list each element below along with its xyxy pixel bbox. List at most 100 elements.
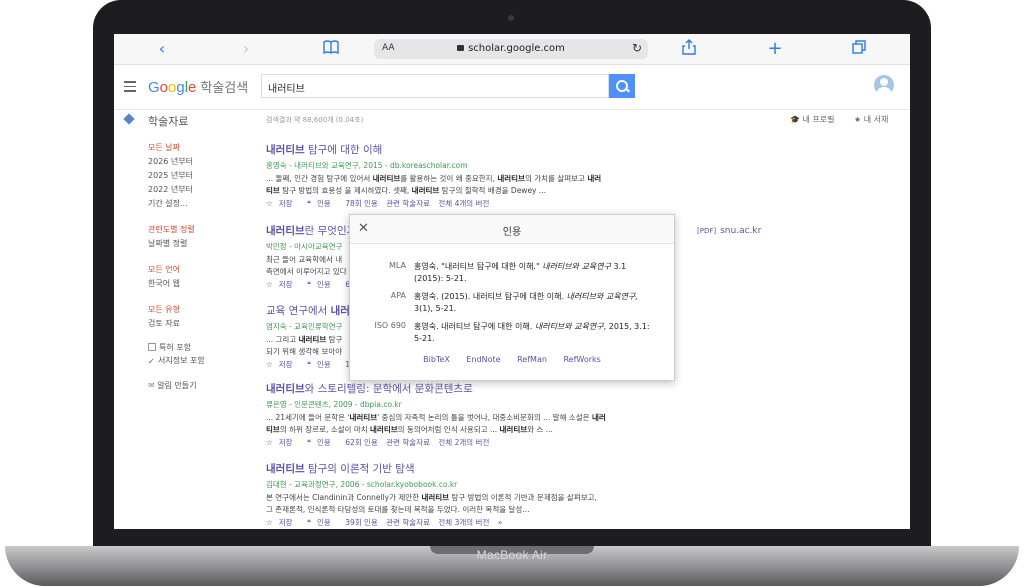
scholar-logo[interactable]: Google 학술검색 <box>148 77 248 96</box>
bookmarks-icon[interactable] <box>320 39 342 59</box>
sort-date[interactable]: 날짜별 정렬 <box>148 238 187 249</box>
cited-by-link[interactable]: 62회 인용 <box>345 438 378 447</box>
result-actions: ☆ 저장 ❝ 인용 62회 인용 관련 학술자료 전체 2개의 버전 <box>266 437 746 448</box>
result-title[interactable]: 내러티브 탐구에 대한 이해 <box>266 142 746 157</box>
url-display: scholar.google.com <box>374 43 648 54</box>
checkbox-unchecked <box>148 343 156 351</box>
pdf-link[interactable]: [PDF] snu.ac.kr <box>697 226 761 236</box>
filter-any-language[interactable]: 모든 언어 <box>148 264 180 275</box>
cite-text[interactable]: 홍영숙. 내러티브 탐구에 대한 이해. 내러티브와 교육연구, 2015, 3… <box>414 321 654 345</box>
filter-since-2022[interactable]: 2022 년부터 <box>148 184 193 195</box>
cite-dialog-header: ✕ 인용 <box>350 215 674 244</box>
quote-icon: ❝ <box>306 199 311 208</box>
cite-style-label: ISO 690 <box>374 321 406 330</box>
scholar-cap-icon <box>123 113 135 125</box>
related-link[interactable]: 관련 학술자료 <box>386 518 430 527</box>
camera <box>508 15 514 21</box>
bibtex-link[interactable]: BibTeX <box>423 355 450 364</box>
cite-button[interactable]: ❝ 인용 <box>307 199 337 208</box>
filter-since-2025[interactable]: 2025 년부터 <box>148 170 193 181</box>
lock-icon <box>457 45 465 51</box>
menu-icon[interactable] <box>124 81 136 95</box>
versions-link[interactable]: 전체 2개의 버전 <box>438 438 489 447</box>
screen: ‹ › AA scholar.google.com ↻ + Google 학술검색… <box>114 34 910 529</box>
share-icon[interactable] <box>680 39 698 59</box>
my-profile-link[interactable]: 🎓 내 프로필 <box>790 114 835 125</box>
forward-icon[interactable]: › <box>238 39 254 59</box>
my-library-link[interactable]: ★ 내 서재 <box>854 114 888 125</box>
result-item: 내러티브 탐구에 대한 이해 홍영숙 - 내러티브와 교육연구, 2015 - … <box>266 142 746 209</box>
star-icon: ☆ <box>266 438 273 447</box>
cited-by-link[interactable]: 78회 인용 <box>345 199 378 208</box>
search-input[interactable]: 내러티브 <box>261 74 609 98</box>
cite-text[interactable]: 홍영숙. "내러티브 탐구에 대한 이해." 내러티브와 교육연구 3.1 (2… <box>414 261 654 285</box>
cite-text[interactable]: 홍영숙. (2015). 내러티브 탐구에 대한 이해. 내러티브와 교육연구,… <box>414 291 654 315</box>
star-icon: ☆ <box>266 280 273 289</box>
result-meta: 류은영 - 인문콘텐츠, 2009 - dbpia.co.kr <box>266 400 402 409</box>
tabs-icon[interactable] <box>850 39 868 59</box>
export-links: BibTeX EndNote RefMan RefWorks <box>350 355 674 364</box>
related-link[interactable]: 관련 학술자료 <box>386 438 430 447</box>
filter-korean-web[interactable]: 한국어 웹 <box>148 278 180 289</box>
back-icon[interactable]: ‹ <box>154 39 170 59</box>
star-icon: ☆ <box>266 199 273 208</box>
cite-dialog-title: 인용 <box>502 227 522 238</box>
include-patents-checkbox[interactable]: 특허 포함 <box>148 342 191 353</box>
quote-icon: ❝ <box>306 360 311 369</box>
save-button[interactable]: ☆ 저장 <box>266 199 299 208</box>
address-bar[interactable]: AA scholar.google.com ↻ <box>374 39 648 59</box>
include-citations-checkbox[interactable]: ✓ 서지정보 포함 <box>148 355 205 366</box>
search-query: 내러티브 <box>268 84 305 95</box>
result-title[interactable]: 내러티브와 스토리텔링: 문학에서 문화콘텐츠로 <box>266 381 746 396</box>
profile-icon: 🎓 <box>790 115 800 124</box>
filter-custom-range[interactable]: 기간 설정... <box>148 198 188 209</box>
result-snippet: 본 연구에서는 Clandinin과 Connelly가 제안한 내러티브 탐구… <box>266 493 597 514</box>
result-meta: 홍영숙 - 내러티브와 교육연구, 2015 - db.koreascholar… <box>266 161 468 170</box>
reload-icon[interactable]: ↻ <box>632 41 642 55</box>
search-button[interactable] <box>609 74 635 98</box>
refworks-link[interactable]: RefWorks <box>563 355 600 364</box>
cited-by-link[interactable]: 39회 인용 <box>345 518 378 527</box>
star-icon: ☆ <box>266 518 273 527</box>
sort-relevance[interactable]: 관련도별 정렬 <box>148 224 195 235</box>
filter-review-articles[interactable]: 검토 자료 <box>148 318 180 329</box>
refman-link[interactable]: RefMan <box>517 355 547 364</box>
filter-any-type[interactable]: 모든 유형 <box>148 304 180 315</box>
save-button[interactable]: ☆ 저장 <box>266 360 299 369</box>
cite-style-label: APA <box>390 291 406 300</box>
create-alert-link[interactable]: ✉ 알림 만들기 <box>148 380 197 391</box>
result-count: 검색결과 약 88,600개 (0.04초) <box>266 116 364 124</box>
cite-button[interactable]: ❝ 인용 <box>307 438 337 447</box>
result-actions: ☆ 저장 ❝ 인용 78회 인용 관련 학술자료 전체 4개의 버전 <box>266 198 746 209</box>
cite-style-label: MLA <box>388 261 406 270</box>
save-button[interactable]: ☆ 저장 <box>266 280 299 289</box>
result-item: 내러티브 탐구의 이론적 기반 탐색 김대현 - 교육과정연구, 2006 - … <box>266 461 746 528</box>
star-icon: ★ <box>854 115 862 124</box>
cite-button[interactable]: ❝ 인용 <box>307 280 337 289</box>
filter-any-time[interactable]: 모든 날짜 <box>148 142 180 153</box>
filter-since-2026[interactable]: 2026 년부터 <box>148 156 193 167</box>
avatar[interactable] <box>874 75 894 95</box>
scholar-header: Google 학술검색 내러티브 <box>114 65 910 110</box>
star-icon: ☆ <box>266 360 273 369</box>
device-label: MacBook Air <box>476 548 548 562</box>
result-item: 내러티브와 스토리텔링: 문학에서 문화콘텐츠로 류은영 - 인문콘텐츠, 20… <box>266 381 746 448</box>
cite-button[interactable]: ❝ 인용 <box>307 518 337 527</box>
save-button[interactable]: ☆ 저장 <box>266 438 299 447</box>
save-button[interactable]: ☆ 저장 <box>266 518 299 527</box>
result-snippet: ... 둘째, 인간 경험 탐구에 있어서 내러티브를 활용하는 것이 왜 중요… <box>266 174 602 195</box>
quote-icon: ❝ <box>306 518 311 527</box>
result-title[interactable]: 내러티브 탐구의 이론적 기반 탐색 <box>266 461 746 476</box>
mail-icon: ✉ <box>148 381 155 390</box>
more-icon[interactable]: » <box>498 518 503 527</box>
versions-link[interactable]: 전체 4개의 버전 <box>438 199 489 208</box>
browser-toolbar: ‹ › AA scholar.google.com ↻ + <box>114 34 910 65</box>
versions-link[interactable]: 전체 3개의 버전 <box>438 518 489 527</box>
url-text: scholar.google.com <box>468 43 565 54</box>
related-link[interactable]: 관련 학술자료 <box>386 199 430 208</box>
endnote-link[interactable]: EndNote <box>466 355 500 364</box>
section-title[interactable]: 학술자료 <box>148 113 188 129</box>
quote-icon: ❝ <box>306 438 311 447</box>
new-tab-icon[interactable]: + <box>766 39 784 59</box>
cite-button[interactable]: ❝ 인용 <box>307 360 337 369</box>
